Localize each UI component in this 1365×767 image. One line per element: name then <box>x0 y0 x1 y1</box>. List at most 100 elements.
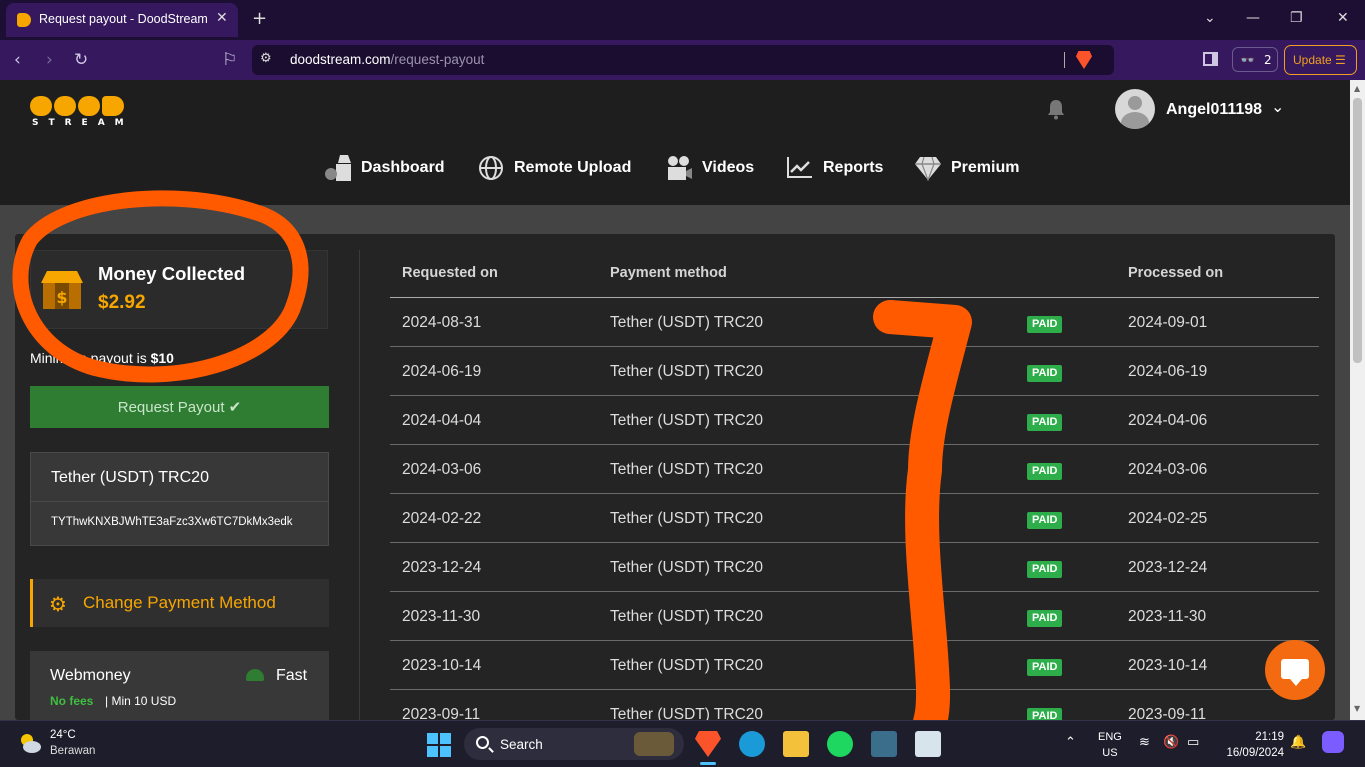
wallet-method: Tether (USDT) TRC20 <box>51 469 209 486</box>
payment-method: Tether (USDT) TRC20 <box>610 657 764 674</box>
processed-date: 2024-03-06 <box>1128 461 1208 478</box>
nav-label: Videos <box>702 159 755 176</box>
url-host: doodstream.com <box>290 52 391 67</box>
notification-bell-icon[interactable] <box>1045 98 1067 120</box>
scroll-thumb[interactable] <box>1353 98 1362 363</box>
date: 16/09/2024 <box>1226 747 1284 759</box>
weather-cloudy-icon[interactable] <box>18 731 42 755</box>
request-payout-button[interactable]: Request Payout ✔ <box>30 386 329 428</box>
avatar[interactable] <box>1115 89 1155 129</box>
nav-label: Premium <box>951 159 1020 176</box>
update-label: Update <box>1293 53 1332 67</box>
sidebar-toggle-icon[interactable] <box>1203 52 1218 66</box>
scroll-down-icon[interactable]: ▼ <box>1354 704 1360 713</box>
speed-gauge-icon <box>246 669 264 681</box>
payment-method: Tether (USDT) TRC20 <box>610 706 764 720</box>
globe-icon <box>479 156 503 180</box>
update-button[interactable]: Update ☰ <box>1284 45 1357 75</box>
webmoney-option[interactable]: Webmoney Fast No fees | Min 10 USD <box>30 651 329 720</box>
chart-icon <box>787 157 812 178</box>
requested-date: 2023-11-30 <box>402 608 481 625</box>
weather-temperature: 24°C <box>50 729 76 741</box>
tab-search-chevron-icon[interactable]: ⌄ <box>1204 10 1216 26</box>
browser-tab[interactable]: Request payout - DoodStream ✕ <box>6 3 238 37</box>
app-window-icon[interactable] <box>871 731 897 757</box>
username[interactable]: Angel011198 <box>1166 101 1262 119</box>
close-window-icon[interactable]: ✕ <box>1337 10 1349 26</box>
money-collected-title: Money Collected <box>98 263 245 284</box>
table-row: 2024-03-06 Tether (USDT) TRC20 PAID 2024… <box>390 445 1319 494</box>
status-badge: PAID <box>1027 708 1063 720</box>
notification-icon[interactable]: 🔔 <box>1290 735 1306 750</box>
wallet-address: TYThwKNXBJWhTE3aFzc3Xw6TC7DkMx3edk <box>51 516 293 528</box>
svg-text:$: $ <box>56 288 67 307</box>
show-hidden-icons-icon[interactable]: ⌃ <box>1065 735 1076 750</box>
request-payout-label: Request Payout <box>117 399 225 416</box>
payment-method: Tether (USDT) TRC20 <box>610 559 764 576</box>
private-window-indicator[interactable]: 👓 2 <box>1232 47 1278 72</box>
volume-muted-icon[interactable]: 🔇 <box>1163 735 1179 750</box>
table-row: 2023-12-24 Tether (USDT) TRC20 PAID 2023… <box>390 543 1319 592</box>
bookmark-icon[interactable]: ⚐ <box>222 50 237 70</box>
divider <box>31 501 328 502</box>
nav-label: Remote Upload <box>514 159 632 176</box>
url-field[interactable]: ⚙ doodstream.com/request-payout <box>252 45 1114 75</box>
site-info-icon[interactable]: ⚙ <box>260 51 272 66</box>
camera-icon <box>668 156 692 180</box>
change-payment-method-button[interactable]: ⚙ Change Payment Method <box>30 579 329 627</box>
processed-date: 2023-11-30 <box>1128 608 1207 625</box>
app-tools-icon[interactable] <box>915 731 941 757</box>
nav-label: Reports <box>823 159 884 176</box>
language-indicator[interactable]: ENG US <box>1098 729 1122 761</box>
brave-shield-icon[interactable] <box>1076 51 1092 69</box>
reload-icon[interactable]: ↻ <box>74 50 88 70</box>
url-text: doodstream.com/request-payout <box>290 52 484 67</box>
header-processed-on: Processed on <box>1128 265 1224 281</box>
copilot-icon[interactable] <box>1322 731 1344 753</box>
requested-date: 2024-03-06 <box>402 461 482 478</box>
forward-icon[interactable]: › <box>46 50 53 70</box>
tab-title: Request payout - DoodStream <box>39 12 208 26</box>
battery-icon[interactable]: ▭ <box>1187 735 1199 750</box>
requested-date: 2024-06-19 <box>402 363 482 380</box>
weather-condition: Berawan <box>50 745 96 757</box>
logo-text: STREAM <box>32 118 134 128</box>
table-row: 2023-10-14 Tether (USDT) TRC20 PAID 2023… <box>390 641 1319 690</box>
diamond-icon <box>915 156 941 181</box>
payment-method: Tether (USDT) TRC20 <box>610 314 764 331</box>
payment-method: Tether (USDT) TRC20 <box>610 510 764 527</box>
status-badge: PAID <box>1027 659 1063 676</box>
payment-method: Tether (USDT) TRC20 <box>610 461 764 478</box>
table-row: 2024-04-04 Tether (USDT) TRC20 PAID 2024… <box>390 396 1319 445</box>
tab-close-icon[interactable]: ✕ <box>216 10 228 26</box>
processed-date: 2024-04-06 <box>1128 412 1208 429</box>
money-collected-amount: $2.92 <box>98 292 146 313</box>
window-count: 2 <box>1264 53 1272 67</box>
chat-button[interactable] <box>1265 640 1325 700</box>
spotify-icon[interactable] <box>827 731 853 757</box>
restore-icon[interactable]: ❐ <box>1290 10 1303 26</box>
file-explorer-icon[interactable] <box>783 731 809 757</box>
header-payment-method: Payment method <box>610 265 727 281</box>
processed-date: 2024-09-01 <box>1128 314 1208 331</box>
taskbar-search[interactable]: Search <box>464 728 684 760</box>
edge-app-icon[interactable] <box>739 731 765 757</box>
page-scrollbar[interactable]: ▲ ▼ <box>1350 80 1365 720</box>
new-tab-icon[interactable]: + <box>252 8 267 29</box>
wifi-icon[interactable]: ≋ <box>1139 735 1150 750</box>
nav-label: Dashboard <box>361 159 445 176</box>
chat-bubble-icon <box>1281 659 1309 686</box>
processed-date: 2023-12-24 <box>1128 559 1208 576</box>
brave-app-icon[interactable] <box>695 731 721 757</box>
chevron-down-icon[interactable]: ⌄ <box>1271 97 1284 116</box>
minimize-icon[interactable]: — <box>1246 10 1260 26</box>
search-label: Search <box>500 737 543 752</box>
search-highlight-icon <box>634 732 674 756</box>
windows-start-icon[interactable] <box>427 733 451 757</box>
requested-date: 2023-12-24 <box>402 559 482 576</box>
back-icon[interactable]: ‹ <box>14 50 21 70</box>
taskbar-clock[interactable]: 21:19 16/09/2024 <box>1222 729 1284 761</box>
treasure-chest-icon: $ <box>41 271 83 309</box>
search-icon <box>476 736 489 749</box>
scroll-up-icon[interactable]: ▲ <box>1354 84 1360 93</box>
